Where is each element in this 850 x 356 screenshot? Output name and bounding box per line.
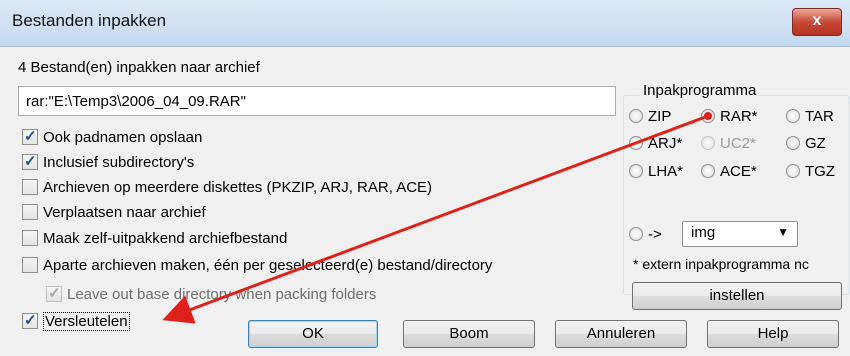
annotation-arrow-origin (704, 112, 712, 120)
annotation-arrow (162, 112, 712, 324)
pack-files-dialog: Bestanden inpakken x 4 Bestand(en) inpak… (0, 0, 850, 356)
annotation-arrow-line (162, 114, 709, 324)
